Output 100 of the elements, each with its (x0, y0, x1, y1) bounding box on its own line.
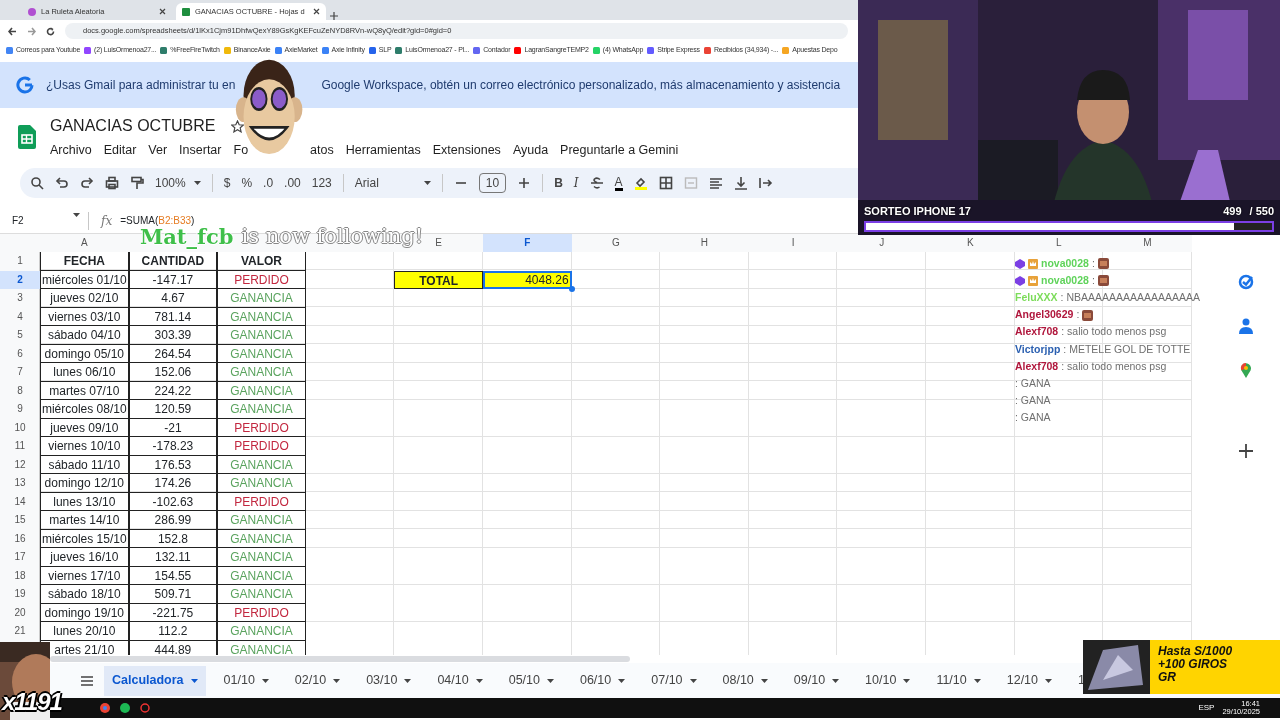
promo-banner[interactable]: Hasta S/1000 +100 GIROS GR (1150, 640, 1280, 694)
font-size-field[interactable]: 10 (478, 173, 507, 193)
column-header[interactable]: K (925, 234, 1015, 252)
sheet-tab[interactable]: 03/10 (358, 665, 420, 696)
print-icon[interactable] (105, 176, 119, 190)
menu-item[interactable]: Archivo (50, 141, 92, 160)
column-header[interactable]: I (748, 234, 838, 252)
menu-item[interactable]: atos (310, 141, 334, 160)
sheet-tab[interactable]: 12/10 (998, 665, 1060, 696)
row-header[interactable]: 16 (0, 529, 40, 548)
sheet-tab[interactable]: 10/10 (857, 665, 919, 696)
zoom-dropdown[interactable]: 100% (155, 174, 201, 192)
sheet-tab[interactable]: 04/10 (429, 665, 491, 696)
row-header[interactable]: 7 (0, 363, 40, 382)
column-header[interactable]: A (40, 234, 129, 252)
number-format-button[interactable]: 123 (311, 174, 332, 192)
add-icon[interactable] (1239, 444, 1253, 458)
row-header[interactable]: 21 (0, 622, 40, 641)
menu-item[interactable]: Ver (148, 141, 168, 160)
sheet-tab[interactable]: Calculadora (104, 665, 206, 696)
all-sheets-menu-icon[interactable] (80, 674, 94, 687)
borders-icon[interactable] (658, 176, 673, 190)
merge-cells-icon[interactable] (683, 176, 698, 190)
document-title[interactable]: GANACIAS OCTUBRE (50, 114, 216, 139)
undo-icon[interactable] (55, 176, 69, 190)
sheets-logo-icon[interactable] (18, 125, 36, 149)
sheet-tab[interactable]: 01/10 (215, 665, 277, 696)
column-header[interactable]: L (1014, 234, 1104, 252)
row-header[interactable]: 4 (0, 307, 40, 326)
redo-icon[interactable] (80, 176, 94, 190)
fill-color-icon[interactable] (633, 176, 648, 190)
row-header[interactable]: 9 (0, 400, 40, 419)
row-header[interactable]: 5 (0, 326, 40, 345)
menu-item[interactable]: Ayuda (512, 141, 549, 160)
contacts-icon[interactable] (1239, 318, 1253, 334)
menu-item[interactable]: Herramientas (345, 141, 421, 160)
increase-decimals-button[interactable]: .00 (284, 174, 301, 192)
percent-button[interactable]: % (241, 174, 253, 192)
close-icon[interactable] (159, 8, 166, 15)
column-header[interactable]: G (571, 234, 661, 252)
name-box[interactable]: F2 (0, 213, 88, 228)
total-value[interactable]: 4048.26 (482, 270, 572, 289)
row-header[interactable]: 11 (0, 437, 40, 456)
font-dropdown[interactable]: Arial (354, 174, 431, 192)
sheet-tab[interactable]: 07/10 (643, 665, 705, 696)
star-icon[interactable] (231, 119, 245, 133)
close-icon[interactable] (313, 8, 320, 15)
text-wrap-icon[interactable] (758, 176, 773, 190)
column-header[interactable]: F (482, 234, 572, 252)
vertical-align-icon[interactable] (733, 176, 748, 190)
text-color-button[interactable]: A (614, 175, 623, 191)
bookmark-favicon-icon[interactable] (6, 46, 13, 54)
menu-item[interactable]: Preguntarle a Gemini (560, 141, 679, 160)
column-header[interactable]: M (1103, 234, 1192, 252)
new-tab-icon[interactable] (330, 12, 338, 20)
menu-item[interactable]: Editar (103, 141, 137, 160)
column-header[interactable]: J (837, 234, 926, 252)
bold-button[interactable]: B (554, 174, 563, 192)
language-indicator[interactable]: ESP (1198, 702, 1215, 714)
row-header[interactable]: 20 (0, 603, 40, 622)
row-header[interactable]: 12 (0, 455, 40, 474)
row-header[interactable]: 14 (0, 492, 40, 511)
sheet-tab[interactable]: 06/10 (571, 665, 634, 696)
italic-button[interactable]: I (573, 174, 579, 192)
bookmark-favicon-icon[interactable] (84, 46, 92, 54)
row-header[interactable]: 8 (0, 381, 40, 400)
sheet-tab[interactable]: 05/10 (500, 665, 562, 696)
row-header[interactable]: 10 (0, 418, 40, 437)
forward-icon[interactable] (27, 26, 36, 36)
row-header[interactable]: 19 (0, 585, 40, 604)
maps-icon[interactable] (1240, 362, 1252, 378)
app-icon[interactable] (140, 703, 150, 713)
bookmark-favicon-icon[interactable] (321, 46, 329, 54)
row-header[interactable]: 17 (0, 548, 40, 567)
plus-icon[interactable] (517, 176, 532, 190)
row-header[interactable]: 6 (0, 344, 40, 363)
paint-format-icon[interactable] (130, 176, 144, 190)
currency-button[interactable]: $ (223, 174, 231, 192)
reload-icon[interactable] (46, 26, 55, 36)
sheet-tab[interactable]: 08/10 (714, 665, 776, 696)
row-header[interactable]: 15 (0, 511, 40, 530)
menu-item[interactable]: Fo (233, 141, 249, 160)
sheet-tab[interactable]: 02/10 (286, 665, 349, 696)
bookmark-favicon-icon[interactable] (368, 46, 376, 54)
sheet-tab[interactable]: 11/10 (928, 665, 989, 696)
decrease-decimals-button[interactable]: .0 (263, 174, 274, 192)
row-header[interactable]: 13 (0, 474, 40, 493)
bookmark-favicon-icon[interactable] (274, 46, 282, 54)
chrome-icon[interactable] (100, 703, 110, 713)
search-icon[interactable] (30, 176, 44, 190)
bookmark-favicon-icon[interactable] (647, 46, 655, 54)
align-icon[interactable] (708, 176, 723, 190)
sheet-tab[interactable]: 09/10 (785, 665, 848, 696)
bookmark-favicon-icon[interactable] (473, 46, 481, 54)
menu-item[interactable]: Insertar (179, 141, 222, 160)
row-header[interactable]: 18 (0, 566, 40, 585)
back-icon[interactable] (8, 26, 17, 36)
column-header[interactable]: H (660, 234, 749, 252)
bookmark-favicon-icon[interactable] (395, 46, 403, 54)
bookmark-favicon-icon[interactable] (703, 46, 711, 54)
